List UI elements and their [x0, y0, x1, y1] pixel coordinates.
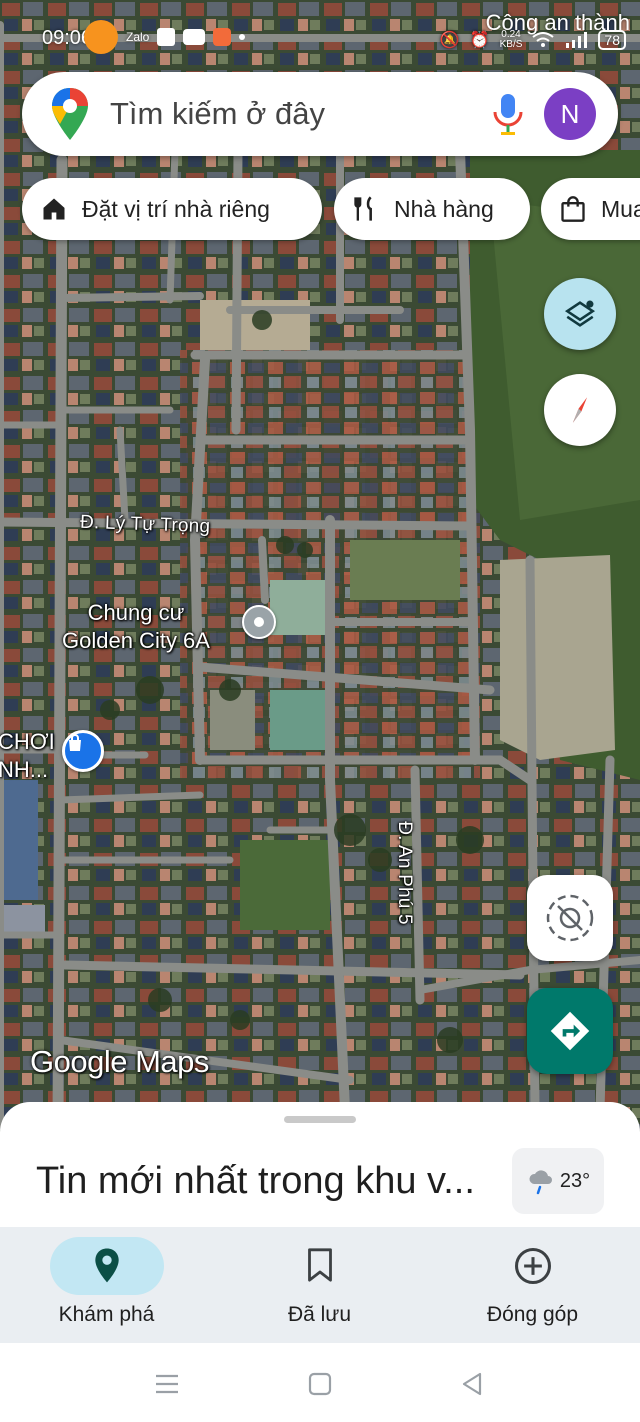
game-icon [213, 28, 232, 46]
signal-icon [566, 32, 588, 48]
weather-cloud-rain-icon [529, 1170, 552, 1195]
network-speed: 0.24 KB/S [499, 29, 523, 50]
youtube-icon [183, 29, 206, 45]
add-circle-icon [515, 1248, 551, 1284]
layers-button[interactable] [544, 278, 616, 350]
microphone-icon[interactable] [488, 92, 528, 136]
restaurant-icon [354, 196, 372, 221]
weather-temp: 23° [559, 1169, 591, 1192]
chip-set-home[interactable]: Đặt vị trí nhà riêng [22, 178, 322, 240]
directions-icon [550, 1011, 590, 1051]
location-off-button[interactable] [527, 875, 613, 961]
avatar[interactable]: N [544, 88, 596, 140]
notification-icons: Zalo [84, 20, 246, 54]
alarm-icon: ⏰ [469, 32, 490, 49]
compass-icon [572, 397, 588, 423]
bookmark-icon [308, 1248, 332, 1282]
nav-label: Đã lưu [287, 1303, 352, 1326]
wifi-icon [532, 32, 555, 47]
chip-label: Đặt vị trí nhà riêng [82, 195, 270, 222]
street-label-ly-tu-trong[interactable]: Đ. Lý Tự Trọng [80, 512, 211, 539]
google-maps-watermark: Google Maps [30, 1044, 209, 1079]
sheet-title: Tin mới nhất trong khu v... [36, 1160, 475, 1202]
shopping-marker[interactable] [62, 730, 104, 772]
system-navigation-bar [0, 1343, 640, 1422]
status-bar: 09:06 Zalo Công an thành 🔕 ⏰ 0.24 KB/S 7… [0, 0, 640, 64]
compass-button[interactable] [544, 374, 616, 446]
street-label-an-phu-5[interactable]: Đ. An Phú 5 [393, 821, 415, 925]
nav-label: Khám phá [58, 1303, 155, 1326]
bottom-sheet[interactable]: Tin mới nhất trong khu v... 23° [0, 1102, 640, 1227]
back-icon[interactable] [460, 1372, 484, 1396]
chip-shopping[interactable]: Mua [541, 178, 640, 240]
location-disabled-icon [546, 894, 594, 942]
home-button-icon[interactable] [308, 1372, 332, 1396]
directions-button[interactable] [527, 988, 613, 1074]
chip-label: Nhà hàng [394, 195, 494, 222]
place-marker[interactable] [242, 605, 276, 639]
search-bar[interactable]: Tìm kiếm ở đây N [22, 72, 618, 156]
battery-indicator: 78 [598, 30, 626, 50]
bottom-navigation: Khám phá Đã lưu Đóng góp [0, 1227, 640, 1343]
google-maps-logo-icon [52, 88, 88, 140]
home-icon [43, 198, 65, 220]
recent-apps-icon[interactable] [154, 1373, 180, 1395]
layers-icon [564, 300, 596, 327]
facebook-icon [157, 28, 176, 46]
chip-restaurants[interactable]: Nhà hàng [334, 178, 530, 240]
status-indicators: 🔕 ⏰ 0.24 KB/S 78 [440, 30, 626, 50]
dot-icon [239, 34, 246, 40]
nav-explore[interactable]: Khám phá [0, 1227, 213, 1343]
search-input[interactable]: Tìm kiếm ở đây [110, 96, 325, 132]
zalo-icon: Zalo [126, 30, 150, 44]
place-label-golden-city[interactable]: Chung cư Golden City 6A [62, 599, 210, 655]
weather-chip[interactable]: 23° [512, 1148, 604, 1214]
location-pin-icon [95, 1248, 119, 1283]
shopping-bag-icon [561, 196, 585, 222]
shopping-bag-icon [69, 734, 81, 751]
app-notification-icon [84, 20, 118, 54]
nav-saved[interactable]: Đã lưu [213, 1227, 426, 1343]
mute-icon: 🔕 [439, 32, 460, 49]
place-label-partial[interactable]: CHƠI NH... [0, 728, 55, 784]
sheet-drag-handle[interactable] [284, 1116, 356, 1123]
chip-label: Mua [601, 195, 640, 222]
nav-label: Đóng góp [486, 1303, 579, 1326]
nav-contribute[interactable]: Đóng góp [426, 1227, 639, 1343]
